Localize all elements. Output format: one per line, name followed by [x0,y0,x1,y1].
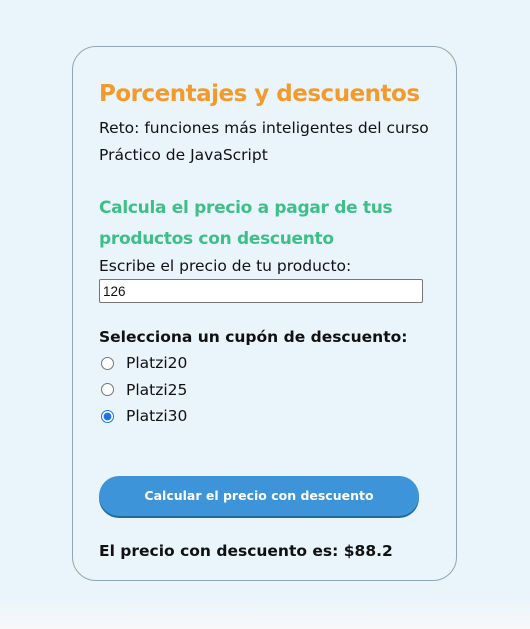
coupon-option-label: Platzi20 [126,354,188,373]
coupon-option-platzi20[interactable]: Platzi20 [99,350,430,377]
discount-calculator-card: Porcentajes y descuentos Reto: funciones… [72,46,457,581]
coupon-radio-group: Platzi20 Platzi25 Platzi30 [99,350,430,430]
page-title: Porcentajes y descuentos [99,81,420,107]
discount-result: El precio con descuento es: $88.2 [99,541,393,560]
price-label: Escribe el precio de tu producto: [99,257,352,275]
calculate-discount-button[interactable]: Calcular el precio con descuento [99,475,419,516]
price-input[interactable] [99,279,423,303]
page-description: Reto: funciones más inteligentes del cur… [99,119,429,164]
coupon-option-label: Platzi30 [126,407,188,426]
coupon-label: Selecciona un cupón de descuento: [99,328,408,346]
coupon-option-platzi30[interactable]: Platzi30 [99,403,430,430]
coupon-radio-platzi20[interactable] [101,356,114,370]
section-subtitle: Calcula el precio a pagar de tus product… [99,198,393,249]
coupon-radio-platzi25[interactable] [101,383,114,397]
coupon-radio-platzi30[interactable] [101,409,114,423]
page-bottom-band [0,593,530,629]
coupon-option-platzi25[interactable]: Platzi25 [99,377,430,404]
coupon-option-label: Platzi25 [126,380,188,399]
